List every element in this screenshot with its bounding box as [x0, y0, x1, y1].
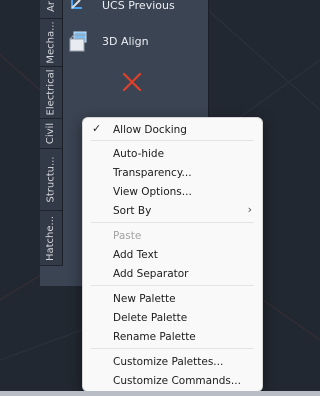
- menu-item-customize-palettes[interactable]: Customize Palettes...: [83, 352, 262, 371]
- menu-item-sort-by[interactable]: Sort By ›: [83, 201, 262, 220]
- tab-hatches[interactable]: Hatche...: [40, 211, 62, 266]
- tab-electrical[interactable]: Electrical: [40, 67, 62, 119]
- tool-label: 3D Align: [102, 34, 149, 48]
- menu-item-paste: Paste: [113, 229, 142, 242]
- tool-ucs-previous[interactable]: UCS Previous: [68, 0, 175, 16]
- menu-item-transparency[interactable]: Transparency...: [83, 163, 262, 182]
- menu-separator: [91, 348, 254, 349]
- menu-item-delete-palette[interactable]: Delete Palette: [83, 308, 262, 327]
- menu-item-add-text[interactable]: Add Text: [83, 245, 262, 264]
- menu-item-auto-hide[interactable]: Auto-hide: [83, 144, 262, 163]
- menu-item-customize-commands[interactable]: Customize Commands...: [83, 371, 262, 390]
- menu-item-allow-docking[interactable]: ✓ Allow Docking: [83, 120, 262, 139]
- close-x-icon[interactable]: [122, 72, 142, 92]
- status-bar-edge: [0, 391, 320, 396]
- menu-separator: [91, 140, 254, 141]
- 3d-align-icon: [69, 31, 87, 52]
- chevron-right-icon: ›: [247, 203, 252, 216]
- tab-mechanical[interactable]: Mecha...: [40, 19, 62, 67]
- checkmark-icon: ✓: [92, 122, 102, 135]
- tab-architectural[interactable]: Ar: [40, 0, 62, 19]
- menu-separator: [91, 222, 254, 223]
- tab-structural[interactable]: Structu...: [40, 149, 62, 211]
- menu-item-view-options[interactable]: View Options...: [83, 182, 262, 201]
- menu-item-rename-palette[interactable]: Rename Palette: [83, 327, 262, 346]
- palette-tab-strip: Ar Mecha... Electrical Civil Structu... …: [40, 0, 63, 266]
- menu-item-add-separator[interactable]: Add Separator: [83, 264, 262, 283]
- tab-civil[interactable]: Civil: [40, 119, 62, 149]
- menu-separator: [91, 285, 254, 286]
- tool-3d-align[interactable]: 3D Align: [68, 30, 149, 52]
- ucs-previous-icon: [71, 0, 82, 9]
- context-menu: ✓ Allow Docking Auto-hide Transparency..…: [82, 117, 263, 392]
- menu-item-new-palette[interactable]: New Palette: [83, 289, 262, 308]
- tool-label: UCS Previous: [102, 0, 175, 12]
